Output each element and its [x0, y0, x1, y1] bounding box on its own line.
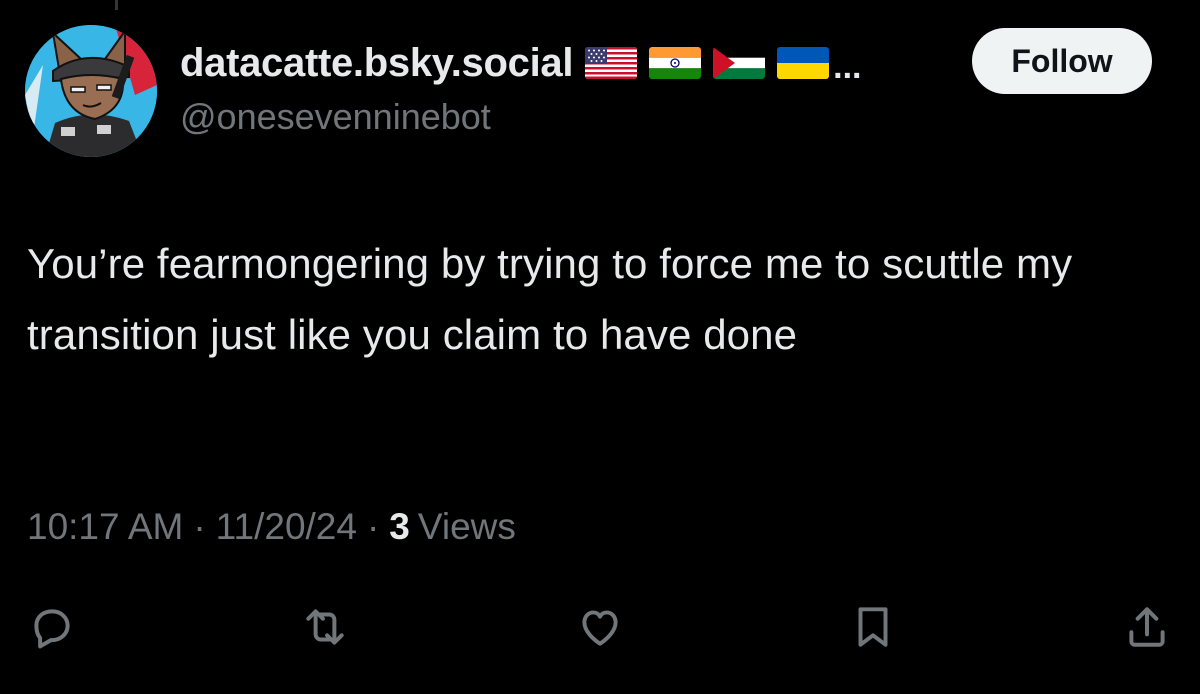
ukraine-flag-icon — [777, 47, 830, 79]
views-label: Views — [417, 506, 516, 547]
us-flag-icon — [585, 47, 638, 79]
repost-icon[interactable] — [298, 600, 352, 654]
palestine-flag-icon — [713, 47, 766, 79]
bookmark-icon[interactable] — [846, 600, 900, 654]
tweet-time[interactable]: 10:17 AM — [27, 506, 183, 548]
like-icon[interactable] — [573, 600, 627, 654]
thread-connector-line — [115, 0, 118, 10]
user-name-row: datacatte.bsky.social ... — [180, 38, 862, 88]
india-flag-icon — [649, 47, 702, 79]
user-handle[interactable]: @onesevenninebot — [180, 96, 491, 138]
avatar[interactable] — [25, 25, 157, 157]
tweet-meta: 10:17 AM · 11/20/24 · 3 Views — [27, 506, 516, 548]
tweet-date[interactable]: 11/20/24 — [216, 506, 357, 548]
meta-separator: · — [366, 506, 380, 547]
meta-separator: · — [193, 506, 206, 547]
tweet-text: You’re fearmongering by trying to force … — [27, 240, 1073, 358]
action-bar — [0, 600, 1200, 654]
share-icon[interactable] — [1120, 600, 1174, 654]
display-name[interactable]: datacatte.bsky.social — [180, 41, 573, 86]
views-count: 3 — [389, 506, 410, 547]
follow-button[interactable]: Follow — [972, 28, 1152, 94]
reply-icon[interactable] — [25, 600, 79, 654]
more-flags-ellipsis: ... — [833, 48, 862, 86]
avatar-image — [25, 25, 157, 157]
